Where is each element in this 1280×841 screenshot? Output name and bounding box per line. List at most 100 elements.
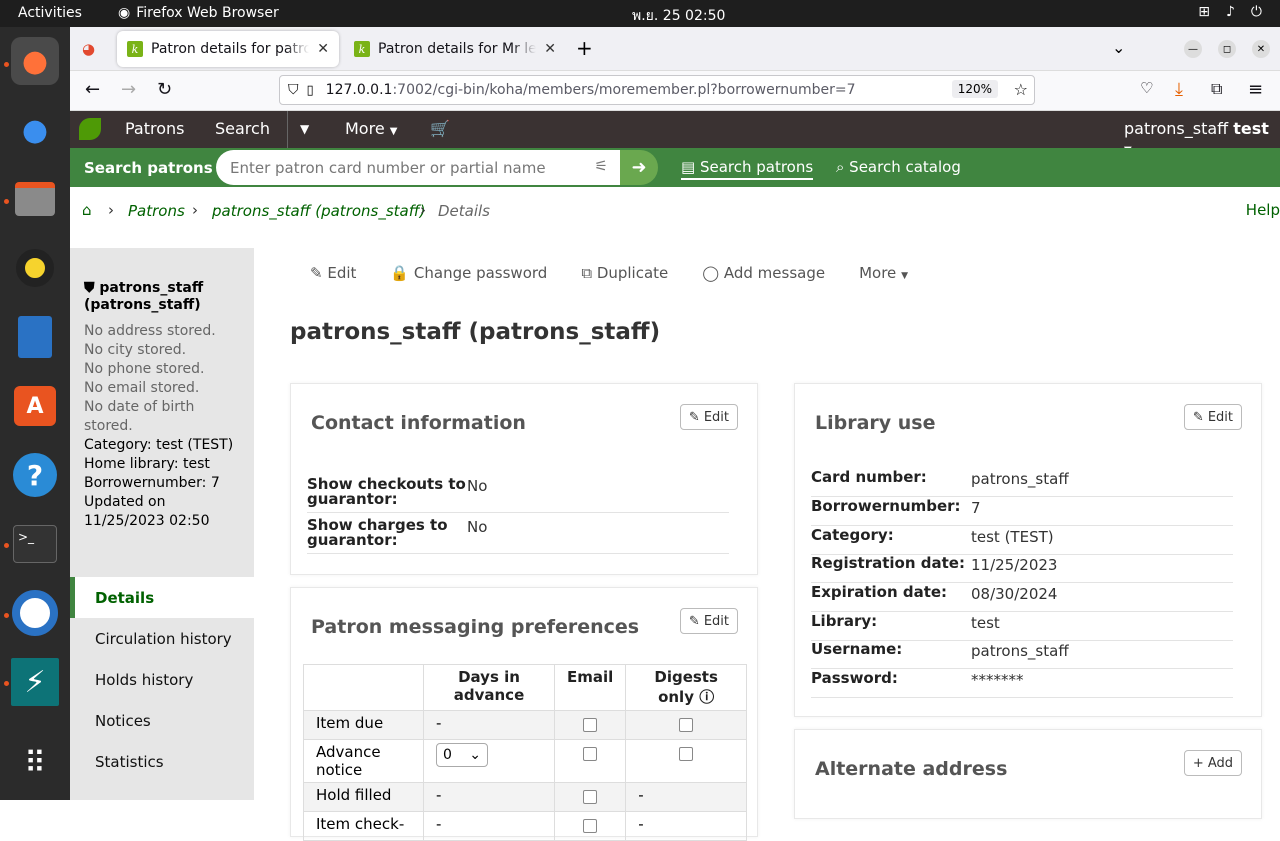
add-message-button[interactable]: ◯ Add message (702, 264, 825, 282)
chromium-dock-icon[interactable] (11, 589, 59, 637)
system-tray[interactable]: ⊞ ♪ ⏻ (1198, 4, 1262, 20)
alternate-address-title: Alternate address (815, 758, 1008, 780)
patron-sidebar: ⛊ patrons_staff (patrons_staff) No addre… (70, 248, 254, 800)
tab-patron-details[interactable]: k Patron details for patrons_staff (patr… (117, 31, 339, 67)
clock[interactable]: พ.ย. 25 02:50 (632, 5, 725, 27)
library-use-edit-button[interactable]: ✎ Edit (1183, 404, 1242, 430)
app-menu[interactable]: ◉ Firefox Web Browser (118, 5, 279, 21)
messaging-edit-button[interactable]: ✎ Edit (679, 608, 738, 634)
rhythmbox-dock-icon[interactable] (11, 244, 59, 292)
edit-button[interactable]: ✎ Edit (310, 264, 356, 282)
writer-dock-icon[interactable] (11, 313, 59, 361)
home-icon[interactable]: ⌂ (82, 201, 92, 219)
user-name: patrons_staff (1124, 119, 1229, 138)
list-tabs-icon[interactable]: ⌄ (1112, 38, 1125, 57)
days-select[interactable]: 0 ⌄ (436, 743, 488, 767)
email-checkbox[interactable] (583, 819, 598, 833)
new-tab-button[interactable]: + (576, 36, 593, 60)
page-title: patrons_staff (patrons_staff) (290, 319, 661, 345)
help-dock-icon[interactable]: ? (11, 451, 59, 499)
thunderbird-dock-icon[interactable]: ● (11, 106, 59, 154)
menu-icon[interactable]: ≡ (1248, 79, 1263, 100)
koha-logo[interactable] (79, 118, 101, 140)
firefox-view-icon[interactable]: ◕ (82, 40, 95, 58)
menu-holds-history[interactable]: Holds history (70, 659, 254, 700)
caret-down-icon[interactable]: ▼ (300, 122, 309, 136)
files-dock-icon[interactable] (11, 175, 59, 223)
patron-city: No city stored. (84, 342, 187, 358)
options-icon[interactable]: ⚟ (595, 157, 608, 175)
chevron-right-icon: › (192, 201, 198, 219)
tab-patron-details-2[interactable]: k Patron details for Mr lead ✕ (344, 31, 566, 67)
library-use-row: Library: test (811, 614, 1233, 641)
menu-notices[interactable]: Notices (70, 700, 254, 741)
close-window-button[interactable]: ✕ (1252, 40, 1270, 58)
minimize-button[interactable]: — (1184, 40, 1202, 58)
terminal-dock-icon[interactable]: >_ (11, 520, 59, 568)
forward-icon[interactable]: → (121, 79, 136, 100)
nav-search[interactable]: Search (215, 119, 270, 138)
zoom-level[interactable]: 120% (951, 80, 998, 98)
help-link[interactable]: Help (1246, 201, 1280, 219)
library-use-key: Category: (811, 526, 894, 544)
app-dock-icon[interactable]: ⚡ (11, 658, 59, 706)
patron-search-input[interactable]: Enter patron card number or partial name… (216, 150, 620, 185)
activities-button[interactable]: Activities (18, 5, 82, 21)
reload-icon[interactable]: ↻ (157, 79, 172, 100)
maximize-button[interactable]: ◻ (1218, 40, 1236, 58)
more-button[interactable]: More ▼ (859, 264, 908, 282)
patron-updated: Updated on 11/25/2023 02:50 (84, 494, 210, 529)
patron-info: ⛊ patrons_staff (patrons_staff) No addre… (84, 280, 244, 531)
downloads-icon[interactable]: ⤓ (1175, 79, 1183, 100)
close-icon[interactable]: ✕ (544, 41, 556, 57)
messaging-table: Days in advance Email Digests only ⓘ Ite… (303, 664, 747, 841)
library-use-value: 08/30/2024 (971, 585, 1058, 603)
shield-icon[interactable]: ⛉ (288, 82, 299, 98)
extensions-icon[interactable]: ⧉ (1211, 79, 1222, 99)
back-icon[interactable]: ← (85, 79, 100, 100)
cart-icon[interactable]: 🛒 (430, 119, 450, 138)
days-cell: 0 ⌄ (423, 739, 555, 783)
change-password-button[interactable]: 🔒 Change password (390, 264, 547, 282)
email-checkbox[interactable] (583, 718, 598, 732)
url-bar[interactable]: ⛉ ▯ 127.0.0.1:7002/cgi-bin/koha/members/… (279, 75, 1035, 105)
menu-details[interactable]: Details (70, 577, 254, 618)
pocket-icon[interactable]: ♡ (1140, 79, 1153, 97)
alternate-add-button[interactable]: + Add (1183, 750, 1242, 776)
edit-label: Edit (703, 613, 729, 629)
software-dock-icon[interactable]: A (11, 382, 59, 430)
row-name: Hold filled (303, 782, 424, 812)
close-icon[interactable]: ✕ (317, 41, 329, 57)
library-use-key: Username: (811, 640, 903, 658)
email-checkbox[interactable] (583, 747, 598, 761)
email-checkbox[interactable] (583, 790, 598, 804)
koha-icon: k (354, 41, 370, 57)
search-submit-button[interactable]: ➜ (620, 150, 658, 185)
library-use-row: Category: test (TEST) (811, 528, 1233, 555)
duplicate-button[interactable]: ⧉ Duplicate (581, 264, 668, 282)
digests-checkbox[interactable] (679, 718, 694, 732)
search-patrons-label: Search patrons (70, 148, 227, 187)
info-icon[interactable]: ⓘ (699, 688, 714, 706)
nav-more[interactable]: More ▼ (345, 119, 397, 138)
plus-icon: + (1192, 755, 1204, 771)
url-host: 127.0.0.1 (325, 82, 393, 98)
firefox-dock-icon[interactable]: ● (11, 37, 59, 85)
contact-edit-button[interactable]: ✎ Edit (679, 404, 738, 430)
digests-checkbox[interactable] (679, 747, 694, 761)
contact-key: Show checkouts to guarantor: (307, 475, 466, 508)
search-patrons-tab[interactable]: ▤ Search patrons (681, 158, 814, 180)
nav-patrons[interactable]: Patrons (125, 119, 185, 138)
breadcrumb-patron[interactable]: patrons_staff (patrons_staff) (212, 202, 425, 220)
bookmark-star-icon[interactable]: ☆ (1014, 80, 1028, 99)
breadcrumb-patrons[interactable]: Patrons (128, 202, 185, 220)
menu-circulation-history[interactable]: Circulation history (70, 618, 254, 659)
duplicate-label: Duplicate (596, 264, 669, 282)
library-use-value: patrons_staff (971, 470, 1069, 488)
library-use-value: ******* (971, 671, 1024, 689)
col-email-header: Email (553, 664, 627, 711)
search-catalog-tab[interactable]: ⌕ Search catalog (836, 158, 961, 176)
user-branch: test (1233, 119, 1269, 138)
show-apps-icon[interactable]: ⠿ (11, 739, 59, 787)
menu-statistics[interactable]: Statistics (70, 741, 254, 782)
